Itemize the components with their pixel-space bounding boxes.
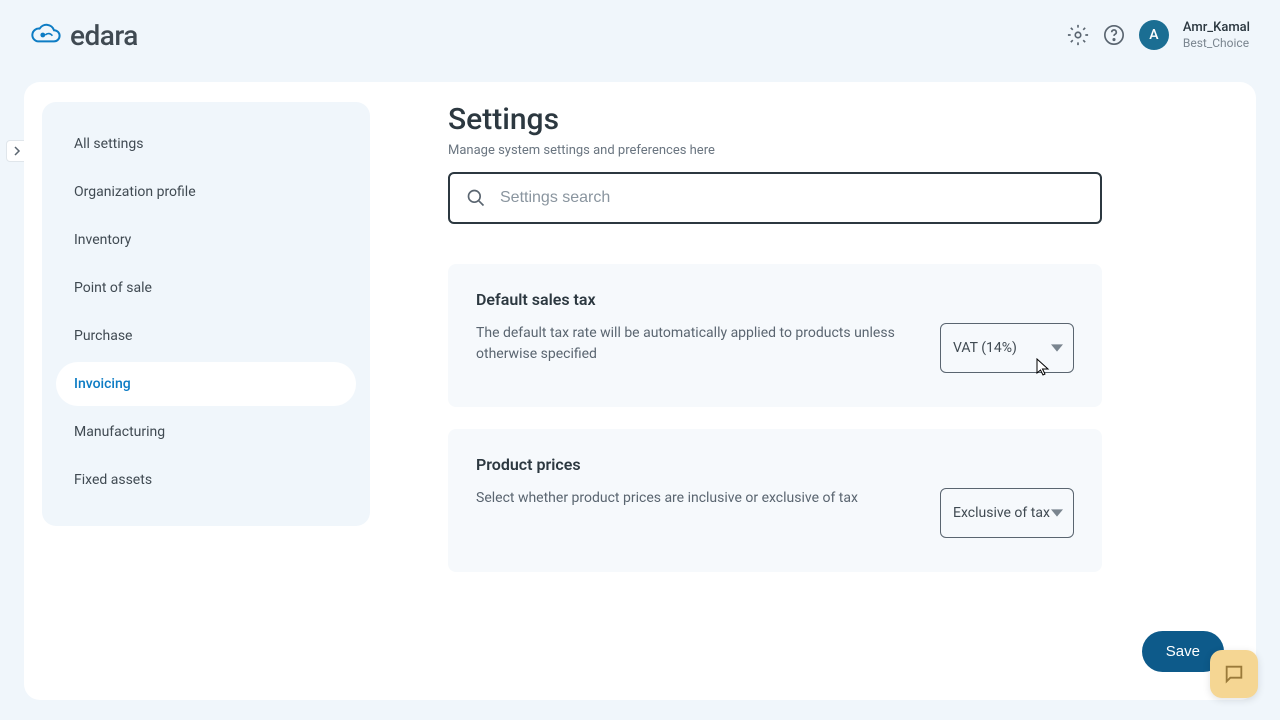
sidebar-item-purchase[interactable]: Purchase (56, 314, 356, 358)
card-title: Product prices (476, 455, 1074, 474)
gear-icon[interactable] (1067, 24, 1089, 46)
chat-icon (1223, 663, 1245, 685)
card-description: Select whether product prices are inclus… (476, 488, 910, 509)
sidebar-item-manufacturing[interactable]: Manufacturing (56, 410, 356, 454)
chevron-down-icon (1051, 342, 1063, 354)
default-tax-select[interactable]: VAT (14%) (940, 323, 1074, 373)
app-header: edara A Amr_Kamal Best_Choice (0, 0, 1280, 70)
sidebar-item-all-settings[interactable]: All settings (56, 122, 356, 166)
search-input[interactable] (500, 189, 1084, 207)
page-title: Settings (448, 102, 1196, 137)
user-org: Best_Choice (1183, 36, 1250, 50)
page-subtitle: Manage system settings and preferences h… (448, 143, 1196, 158)
avatar[interactable]: A (1139, 20, 1169, 50)
product-prices-select[interactable]: Exclusive of tax (940, 488, 1074, 538)
main-card: All settings Organization profile Invent… (24, 82, 1256, 700)
search-box[interactable] (448, 172, 1102, 224)
logo: edara (30, 19, 138, 52)
help-icon[interactable] (1103, 24, 1125, 46)
sidebar-item-inventory[interactable]: Inventory (56, 218, 356, 262)
card-description: The default tax rate will be automatical… (476, 323, 910, 365)
chat-fab[interactable] (1210, 650, 1258, 698)
logo-text: edara (70, 19, 138, 52)
sidebar-item-fixed-assets[interactable]: Fixed assets (56, 458, 356, 502)
sidebar-item-organization-profile[interactable]: Organization profile (56, 170, 356, 214)
settings-sidebar: All settings Organization profile Invent… (24, 82, 388, 700)
sidebar-item-point-of-sale[interactable]: Point of sale (56, 266, 356, 310)
card-title: Default sales tax (476, 290, 1074, 309)
content-area: Settings Manage system settings and pref… (388, 82, 1256, 700)
sidebar-item-invoicing[interactable]: Invoicing (56, 362, 356, 406)
cloud-icon (30, 23, 62, 47)
card-default-sales-tax: Default sales tax The default tax rate w… (448, 264, 1102, 407)
user-name: Amr_Kamal (1183, 20, 1250, 36)
card-product-prices: Product prices Select whether product pr… (448, 429, 1102, 572)
user-block[interactable]: Amr_Kamal Best_Choice (1183, 20, 1250, 50)
chevron-down-icon (1051, 507, 1063, 519)
search-icon (466, 188, 486, 208)
